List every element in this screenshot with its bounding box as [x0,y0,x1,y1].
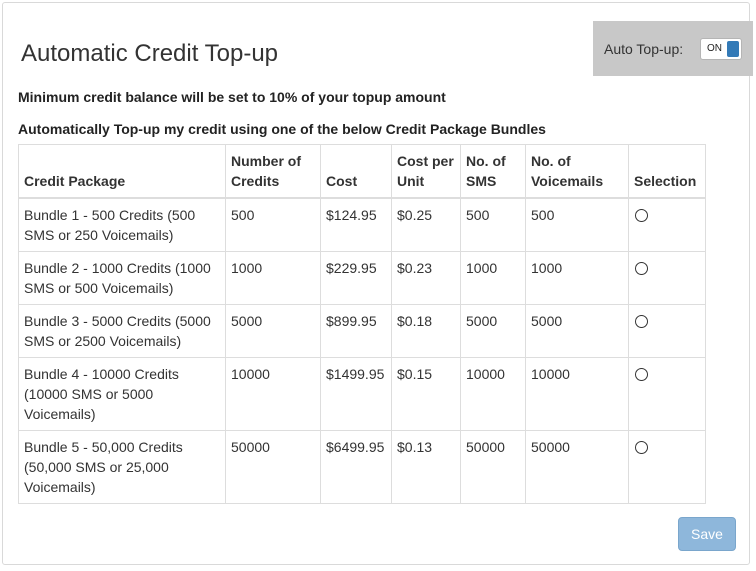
cell-voicemails: 5000 [525,304,629,358]
header-selection: Selection [628,144,706,199]
auto-topup-toggle[interactable]: ON [700,38,742,60]
cell-cost: $124.95 [320,197,392,252]
auto-topup-box: Auto Top-up: ON [593,21,753,76]
cell-cost-per-unit: $0.23 [391,251,461,305]
header-credit-package: Credit Package [18,144,226,199]
cell-selection [628,357,706,431]
cell-voicemails: 10000 [525,357,629,431]
cell-cost: $899.95 [320,304,392,358]
cell-cost: $229.95 [320,251,392,305]
table-header-row: Credit Package Number of Credits Cost Co… [18,144,706,199]
cell-sms: 5000 [460,304,526,358]
table-row: Bundle 2 - 1000 Credits (1000 SMS or 500… [18,251,706,305]
cell-sms: 1000 [460,251,526,305]
cell-voicemails: 50000 [525,430,629,504]
cell-selection [628,430,706,504]
cell-cost-per-unit: $0.13 [391,430,461,504]
cell-credits: 500 [225,197,321,252]
cell-cost: $6499.95 [320,430,392,504]
cell-credits: 5000 [225,304,321,358]
header-voicemails: No. of Voicemails [525,144,629,199]
table-row: Bundle 4 - 10000 Credits (10000 SMS or 5… [18,357,706,431]
cell-voicemails: 500 [525,197,629,252]
cell-credits: 10000 [225,357,321,431]
cell-package: Bundle 3 - 5000 Credits (5000 SMS or 250… [18,304,226,358]
bundle-3-radio[interactable] [635,315,648,328]
toggle-state-text: ON [707,43,722,54]
credit-package-table: Credit Package Number of Credits Cost Co… [18,144,706,504]
bundle-4-radio[interactable] [635,368,648,381]
header-number-of-credits: Number of Credits [225,144,321,199]
header-sms: No. of SMS [460,144,526,199]
cell-package: Bundle 2 - 1000 Credits (1000 SMS or 500… [18,251,226,305]
auto-topup-label: Auto Top-up: [604,41,684,57]
cell-package: Bundle 5 - 50,000 Credits (50,000 SMS or… [18,430,226,504]
min-balance-note: Minimum credit balance will be set to 10… [18,89,446,105]
cell-package: Bundle 4 - 10000 Credits (10000 SMS or 5… [18,357,226,431]
bundle-5-radio[interactable] [635,441,648,454]
cell-cost: $1499.95 [320,357,392,431]
table-row: Bundle 5 - 50,000 Credits (50,000 SMS or… [18,430,706,504]
cell-cost-per-unit: $0.25 [391,197,461,252]
toggle-knob [727,41,739,57]
cell-sms: 50000 [460,430,526,504]
cell-package: Bundle 1 - 500 Credits (500 SMS or 250 V… [18,197,226,252]
cell-cost-per-unit: $0.18 [391,304,461,358]
cell-selection [628,197,706,252]
cell-selection [628,304,706,358]
header-cost: Cost [320,144,392,199]
package-instruction: Automatically Top-up my credit using one… [18,121,546,137]
cell-credits: 50000 [225,430,321,504]
bundle-2-radio[interactable] [635,262,648,275]
cell-cost-per-unit: $0.15 [391,357,461,431]
save-button[interactable]: Save [678,517,736,551]
cell-sms: 10000 [460,357,526,431]
table-row: Bundle 1 - 500 Credits (500 SMS or 250 V… [18,197,706,252]
table-row: Bundle 3 - 5000 Credits (5000 SMS or 250… [18,304,706,358]
page-title: Automatic Credit Top-up [21,40,279,67]
cell-voicemails: 1000 [525,251,629,305]
bundle-1-radio[interactable] [635,209,648,222]
cell-selection [628,251,706,305]
header-cost-per-unit: Cost per Unit [391,144,461,199]
cell-sms: 500 [460,197,526,252]
cell-credits: 1000 [225,251,321,305]
